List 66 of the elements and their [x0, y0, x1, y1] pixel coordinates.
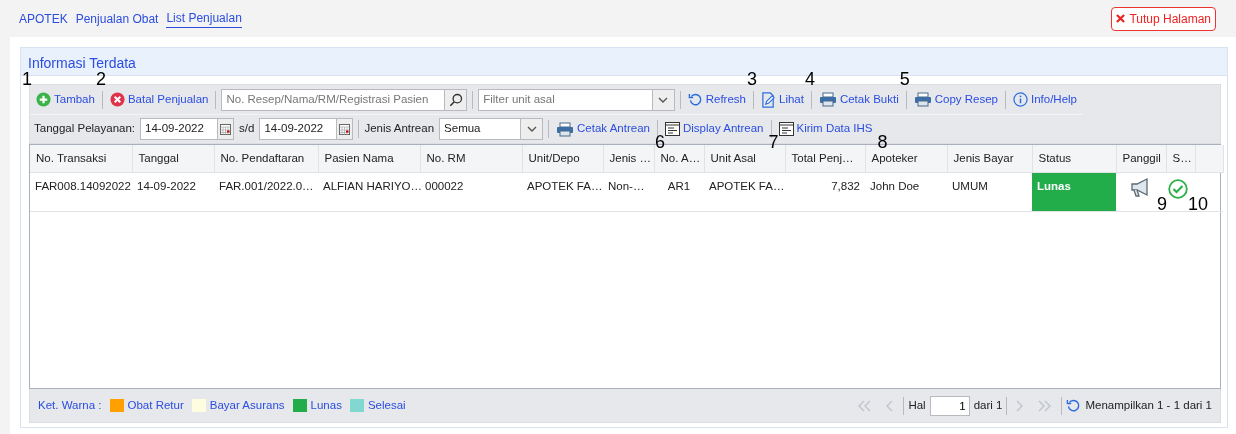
table-cell: APOTEK FA…	[522, 172, 603, 211]
column-header: No. Transaksi	[30, 145, 132, 173]
page-label: Hal	[908, 397, 926, 413]
table-cell: 000022	[420, 172, 522, 211]
column-header: S…	[1166, 145, 1195, 173]
paging-info: Menampilkan 1 - 1 dari 1	[1085, 397, 1212, 413]
column-header: Total Penj…	[785, 145, 865, 173]
breadcrumb-link[interactable]: List Penjualan	[166, 9, 242, 28]
table-cell: 14-09-2022	[132, 172, 214, 211]
column-header: Unit/Depo	[522, 145, 603, 173]
dropdown-field[interactable]: Filter unit asal	[478, 88, 675, 111]
refresh-icon[interactable]	[1066, 398, 1082, 413]
table-cell: John Doe	[865, 172, 947, 211]
dropdown-field[interactable]: Semua	[439, 118, 544, 140]
caret-icon	[520, 119, 543, 139]
column-header: No. Pendaftaran	[214, 145, 318, 173]
search-field[interactable]: No. Resep/Nama/RM/Registrasi Pasien	[221, 88, 468, 111]
table-cell: 7,832	[785, 172, 865, 211]
list-window-icon	[664, 122, 680, 136]
table-cell: APOTEK FA…	[704, 172, 785, 211]
search-icon[interactable]	[444, 89, 467, 110]
field-label: Jenis Antrean	[364, 121, 435, 137]
plus-circle-icon	[36, 92, 51, 107]
field-label: Tanggal Pelayanan:	[34, 121, 136, 137]
calendar-icon[interactable]	[217, 119, 234, 139]
table-cell: ALFIAN HARIYO…	[318, 172, 420, 211]
column-header: Tanggal	[132, 145, 214, 173]
refresh-icon	[687, 92, 703, 107]
date-field[interactable]: 14-09-2022	[140, 118, 235, 140]
page-input[interactable]: 1	[929, 395, 970, 416]
table-cell: FAR008.14092022	[30, 172, 132, 211]
info-icon	[1013, 92, 1028, 107]
status-cell: Lunas	[1032, 172, 1116, 211]
page-count: dari 1	[973, 397, 1003, 413]
toolbar-button[interactable]: Refresh	[685, 89, 748, 110]
printer-icon	[913, 92, 932, 107]
legend-title: Ket. Warna :	[38, 397, 102, 413]
list-window-icon	[778, 122, 794, 136]
column-header: Panggil	[1116, 145, 1166, 173]
column-header: No. RM	[420, 145, 522, 173]
caret-icon	[651, 89, 674, 110]
table-cell: FAR.001/2022.0…	[214, 172, 318, 211]
close-circle-icon	[109, 92, 125, 107]
document-edit-icon	[761, 91, 776, 108]
printer-icon	[556, 121, 575, 137]
calendar-icon[interactable]	[336, 119, 353, 139]
column-header: Pasien Nama	[318, 145, 420, 173]
legend-label: Obat Retur	[127, 397, 184, 413]
callout-number: 9	[1157, 195, 1167, 214]
legend-label: Lunas	[310, 397, 342, 413]
legend-label: Bayar Asurans	[209, 397, 285, 413]
table-cell: AR1	[654, 172, 704, 211]
breadcrumb-link[interactable]: Penjualan Obat	[75, 9, 159, 28]
column-header: Jenis Bayar	[947, 145, 1032, 173]
table-cell: Non-…	[603, 172, 654, 211]
callout-number: 10	[1188, 195, 1209, 214]
close-page-button[interactable]: Tutup Halaman	[1111, 6, 1216, 31]
breadcrumb-link[interactable]: APOTEK	[19, 9, 68, 28]
date-field[interactable]: 14-09-2022	[259, 118, 354, 140]
column-header: Jenis …	[603, 145, 654, 173]
close-icon	[1116, 14, 1126, 23]
printer-icon	[818, 92, 837, 107]
column-header: Status	[1032, 145, 1116, 173]
field-label: s/d	[239, 121, 255, 137]
legend-label: Selesai	[367, 397, 406, 413]
toolbar-button[interactable]: Info/Help	[1011, 89, 1079, 110]
